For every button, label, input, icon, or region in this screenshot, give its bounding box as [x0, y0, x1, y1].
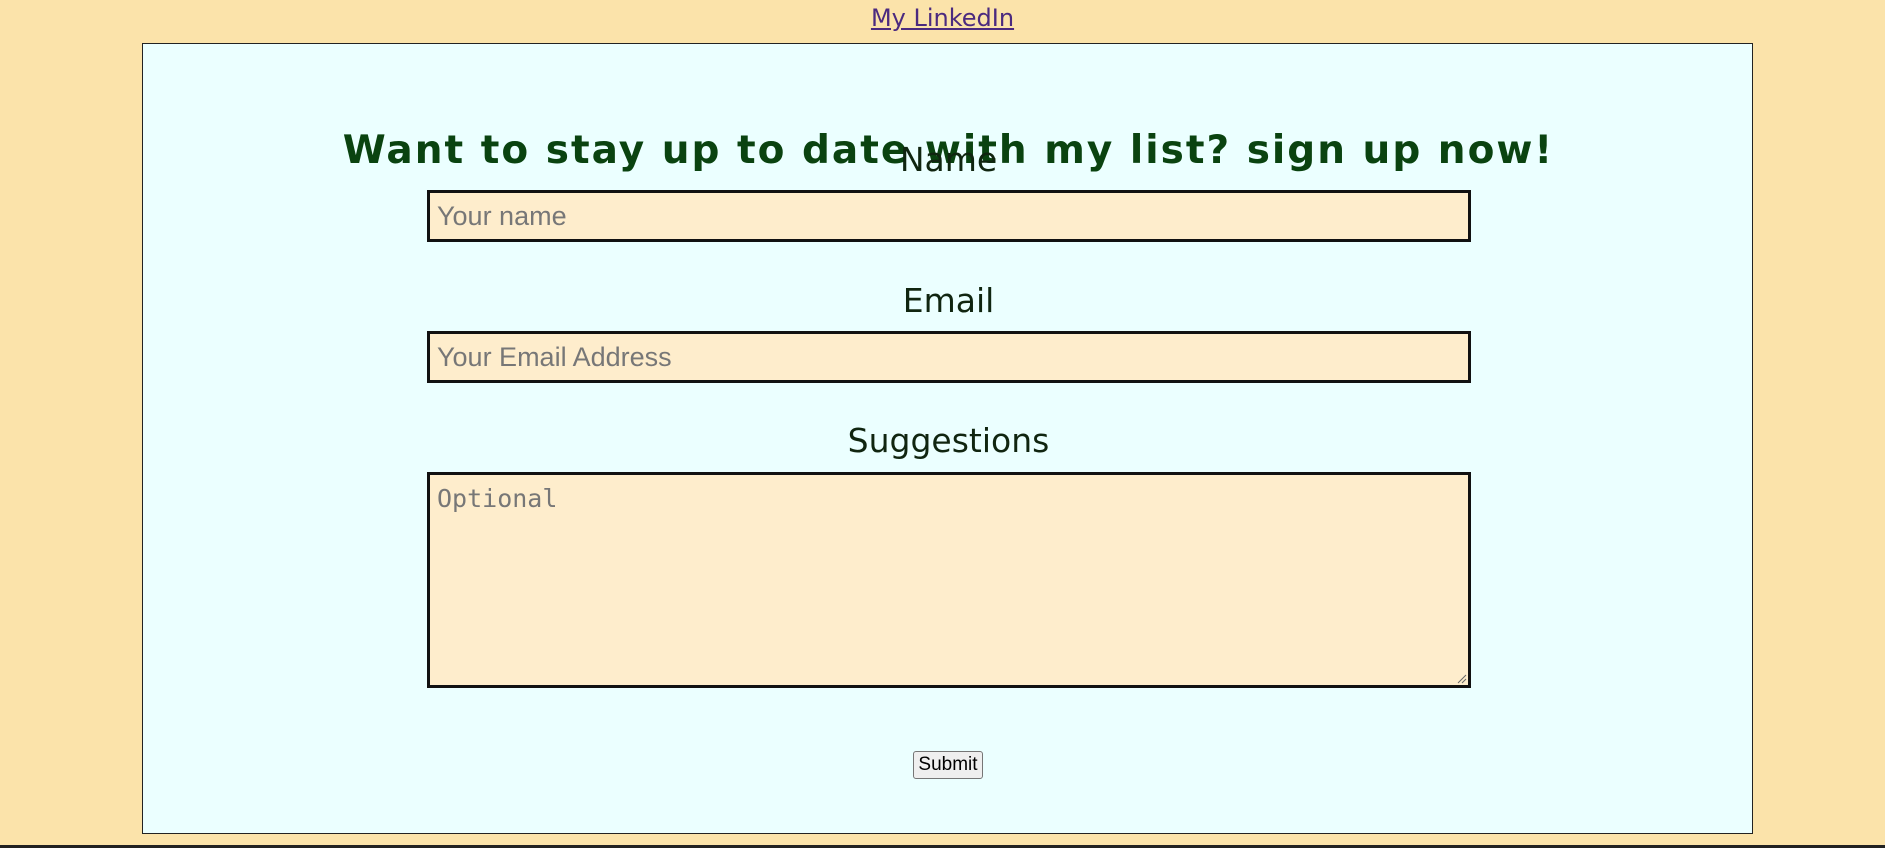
email-label: Email	[902, 281, 995, 320]
linkedin-link[interactable]: My LinkedIn	[0, 2, 1885, 34]
suggestions-textarea[interactable]	[427, 472, 1471, 688]
signup-panel: Want to stay up to date with my list? si…	[142, 43, 1753, 834]
resize-grip-icon[interactable]	[1457, 674, 1467, 684]
suggestions-label: Suggestions	[847, 421, 1050, 460]
submit-button[interactable]: Submit	[913, 751, 983, 779]
name-label: Name	[899, 140, 998, 179]
name-input[interactable]	[427, 190, 1471, 242]
email-input[interactable]	[427, 331, 1471, 383]
